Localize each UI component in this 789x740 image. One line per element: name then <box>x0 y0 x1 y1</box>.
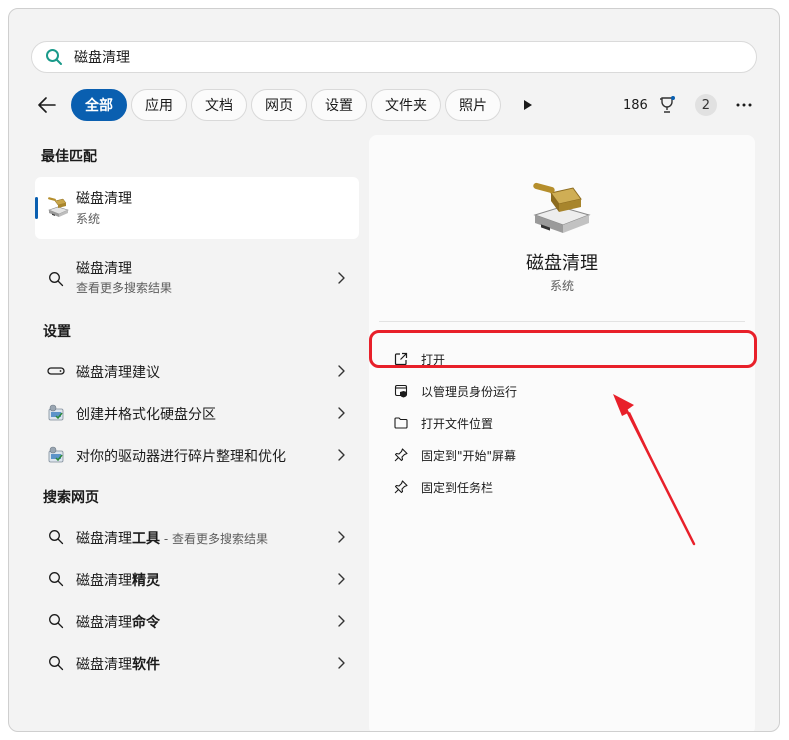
annotation-arrow <box>613 394 696 546</box>
